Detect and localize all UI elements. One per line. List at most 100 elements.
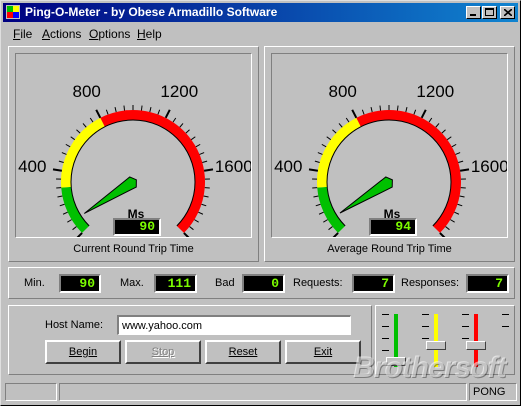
slider-tick bbox=[382, 314, 389, 315]
menu-options[interactable]: Options bbox=[89, 27, 130, 41]
current-gauge-caption: Current Round Trip Time bbox=[73, 243, 194, 255]
gauge-tick bbox=[441, 129, 446, 134]
gauge-tick bbox=[201, 203, 207, 207]
gauge-tick bbox=[379, 105, 382, 111]
average-gauge-panel: 0400800120016002000Ms 94 Average Round T… bbox=[264, 46, 515, 262]
gauge-tick bbox=[203, 195, 209, 198]
gauge-tick bbox=[459, 168, 470, 172]
gauge-tick bbox=[61, 152, 67, 155]
max-value: 111 bbox=[154, 274, 197, 293]
gauge-tick bbox=[72, 226, 77, 231]
gauge-tick bbox=[172, 117, 177, 123]
gauge-tick bbox=[157, 109, 161, 115]
gauge-tick bbox=[198, 211, 204, 215]
gauge-tick bbox=[428, 117, 433, 123]
current-rtt-display: 90 bbox=[113, 218, 161, 236]
close-button[interactable] bbox=[500, 6, 515, 19]
slider-tick bbox=[382, 338, 389, 339]
gauge-tick bbox=[57, 195, 63, 198]
gauge-tick bbox=[454, 211, 460, 215]
gauge-scale-label: 400 bbox=[18, 157, 46, 176]
minimize-icon bbox=[470, 14, 476, 16]
gauge-tick bbox=[199, 152, 205, 155]
host-name-input[interactable] bbox=[117, 315, 351, 335]
gauge-tick bbox=[194, 219, 199, 223]
gauge-tick bbox=[195, 143, 201, 148]
gauge-tick bbox=[140, 105, 143, 111]
gauge-tick bbox=[89, 117, 94, 123]
begin-button[interactable]: Begin bbox=[45, 340, 121, 364]
gauge-zone bbox=[356, 110, 461, 233]
minimize-button[interactable] bbox=[466, 6, 481, 19]
requests-value: 7 bbox=[352, 274, 395, 293]
average-rtt-display: 94 bbox=[369, 218, 417, 236]
status-pane-1 bbox=[5, 383, 57, 401]
slider-tick bbox=[462, 326, 469, 327]
gauge-tick bbox=[67, 219, 72, 223]
gauge-tick bbox=[70, 136, 76, 141]
gauge-tick bbox=[58, 160, 64, 163]
yellow-threshold-slider[interactable] bbox=[426, 341, 446, 350]
reset-button[interactable]: Reset bbox=[205, 340, 281, 364]
current-gauge-face: 0400800120016002000Ms bbox=[15, 53, 252, 238]
green-threshold-slider[interactable] bbox=[386, 357, 406, 366]
red-threshold-slider[interactable] bbox=[466, 341, 486, 350]
gauge-tick bbox=[190, 136, 196, 141]
maximize-icon bbox=[485, 8, 494, 16]
gauge-tick bbox=[450, 219, 455, 223]
gauge-tick bbox=[317, 152, 323, 155]
gauge-tick bbox=[185, 129, 190, 134]
gauge-tick bbox=[313, 195, 319, 198]
average-gauge-caption: Average Round Trip Time bbox=[327, 243, 452, 255]
gauge-scale-label: 800 bbox=[73, 82, 101, 101]
gauge-tick bbox=[370, 107, 373, 113]
gauge-tick bbox=[458, 160, 464, 163]
gauge-tick bbox=[315, 203, 321, 207]
slider-tick bbox=[382, 350, 389, 351]
gauge-tick bbox=[451, 143, 457, 148]
menu-file[interactable]: File bbox=[13, 27, 32, 41]
gauge-tick bbox=[82, 123, 87, 128]
bad-value: 0 bbox=[242, 274, 285, 293]
gauge-tick bbox=[203, 168, 214, 172]
gauge-tick bbox=[459, 195, 465, 198]
bad-label: Bad bbox=[215, 277, 235, 289]
current-gauge-panel: 0400800120016002000Ms 90 Current Round T… bbox=[8, 46, 259, 262]
menu-actions[interactable]: Actions bbox=[42, 27, 81, 41]
slider-tick bbox=[462, 338, 469, 339]
maximize-button[interactable] bbox=[482, 6, 497, 19]
gauge-scale-label: 1600 bbox=[215, 157, 251, 176]
gauge-tick bbox=[332, 232, 339, 237]
gauge-tick bbox=[445, 226, 450, 231]
gauge-tick bbox=[457, 203, 463, 207]
gauge-tick bbox=[396, 105, 399, 111]
stop-button[interactable]: Stop bbox=[125, 340, 201, 364]
responses-label: Responses: bbox=[401, 277, 460, 289]
gauge-scale-label: 1200 bbox=[160, 82, 198, 101]
gauge-tick bbox=[149, 107, 152, 113]
gauge-tick bbox=[328, 226, 333, 231]
max-label: Max. bbox=[120, 277, 144, 289]
gauge-scale-label: 800 bbox=[329, 82, 357, 101]
gauge-tick bbox=[326, 136, 332, 141]
title-bar[interactable]: Ping-O-Meter - by Obese Armadillo Softwa… bbox=[3, 3, 518, 22]
gauge-tick bbox=[435, 123, 440, 128]
slider-tick bbox=[502, 326, 509, 327]
gauge-tick bbox=[405, 107, 408, 113]
gauge-scale-label: 1600 bbox=[471, 157, 507, 176]
gauge-tick bbox=[52, 168, 63, 172]
gauge-tick bbox=[413, 109, 417, 115]
exit-button[interactable]: Exit bbox=[285, 340, 361, 364]
gauge-tick bbox=[314, 160, 320, 163]
gauge-tick bbox=[318, 211, 324, 215]
menu-help[interactable]: Help bbox=[137, 27, 162, 41]
gauge-tick bbox=[183, 232, 190, 237]
current-gauge-dial: 0400800120016002000Ms bbox=[18, 82, 251, 237]
app-icon bbox=[6, 5, 20, 19]
gauge-tick bbox=[62, 211, 68, 215]
gauge-tick bbox=[59, 203, 65, 207]
menu-bar: File Actions Options Help bbox=[3, 25, 518, 43]
gauge-tick bbox=[361, 109, 365, 115]
host-label: Host Name: bbox=[45, 319, 104, 331]
gauge-tick bbox=[338, 123, 343, 128]
